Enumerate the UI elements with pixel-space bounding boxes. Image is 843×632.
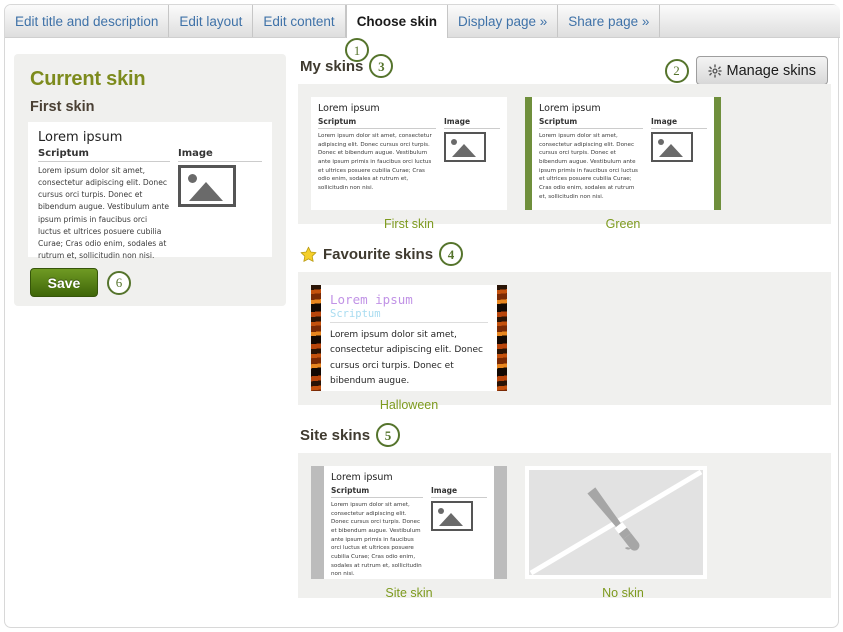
callout-badge-4-label: 4 [447,246,455,262]
skin-thumbnail: Lorem ipsum Scriptum Lorem ipsum dolor s… [311,97,507,210]
image-placeholder-icon [651,132,693,162]
callout-badge-5-label: 5 [384,427,392,443]
skin-card-halloween[interactable]: Lorem ipsum Scriptum Lorem ipsum dolor s… [311,285,507,412]
paintbrush-icon [529,470,703,575]
site-skins-heading: Site skins [300,426,371,444]
skin-card-green[interactable]: Lorem ipsum Scriptum Lorem ipsum dolor s… [525,97,721,231]
site-skins-body: Lorem ipsum Scriptum Lorem ipsum dolor s… [298,453,831,600]
callout-badge-4: 4 [439,242,464,266]
preview-col-left-heading: Scriptum [38,148,170,162]
current-skin-panel: Current skin First skin Lorem ipsum Scri… [14,54,286,306]
skin-card-no-skin[interactable]: No skin [525,466,721,600]
page-frame: Edit title and description Edit layout E… [4,4,840,628]
save-row: Save 6 [30,268,272,297]
my-skins-body: Lorem ipsum Scriptum Lorem ipsum dolor s… [298,84,831,231]
my-skins-heading: My skins [300,57,364,75]
preview-title: Lorem ipsum [539,103,601,114]
halloween-right-image-strip [497,285,507,391]
skin-caption: Site skin [385,586,433,600]
tab-bar-filler [660,5,840,37]
preview-body: Lorem ipsum dolor sit amet, consectetur … [38,166,170,260]
skin-thumbnail: Lorem ipsum Scriptum Lorem ipsum dolor s… [525,97,721,210]
preview-subtitle: Scriptum [330,308,488,323]
preview-col-right-heading: Image [651,117,707,129]
favourite-skins-heading-row: Favourite skins 4 [300,242,831,266]
preview-col-right-heading: Image [178,148,262,162]
star-icon [300,246,317,262]
skin-thumbnail: Lorem ipsum Scriptum Lorem ipsum dolor s… [311,466,507,579]
save-button-label: Save [47,274,81,291]
tab-bar: Edit title and description Edit layout E… [5,5,840,38]
skin-caption: Green [605,217,641,231]
preview-body: Lorem ipsum dolor sit amet, consectetur … [539,133,638,200]
skin-card-first-skin[interactable]: Lorem ipsum Scriptum Lorem ipsum dolor s… [311,97,507,231]
callout-badge-5: 5 [376,423,401,447]
preview-title: Lorem ipsum [38,130,123,145]
skin-card-site-skin[interactable]: Lorem ipsum Scriptum Lorem ipsum dolor s… [311,466,507,600]
tab-display-page[interactable]: Display page » [448,5,559,37]
tab-edit-title-and-description[interactable]: Edit title and description [5,5,170,37]
preview-col-right-heading: Image [444,117,500,129]
image-placeholder-icon [444,132,486,162]
favourite-skins-body: Lorem ipsum Scriptum Lorem ipsum dolor s… [298,272,831,412]
image-placeholder-icon [431,501,473,531]
save-button[interactable]: Save [30,268,98,297]
current-skin-name: First skin [30,99,95,115]
tab-label: Edit content [263,13,335,29]
skin-thumbnail: Lorem ipsum Scriptum Lorem ipsum dolor s… [311,285,507,391]
tab-label: Display page » [457,13,548,29]
preview-body: Lorem ipsum dolor sit amet, consectetur … [331,502,422,578]
callout-badge-6: 6 [107,270,131,295]
tab-label: Share page » [568,13,650,29]
callout-badge-3-label: 3 [378,58,385,74]
tab-label: Choose skin [356,13,437,29]
tab-share-page[interactable]: Share page » [558,5,661,37]
tab-label: Edit title and description [15,13,159,29]
preview-title: Lorem ipsum [330,292,413,307]
tab-edit-layout[interactable]: Edit layout [169,5,254,37]
preview-col-left-heading: Scriptum [318,117,436,129]
callout-badge-3: 3 [369,54,394,78]
preview-body: Lorem ipsum dolor sit amet, consectetur … [330,330,483,387]
preview-col-right-heading: Image [431,486,487,498]
skin-caption: Halloween [379,398,439,412]
image-placeholder-icon [178,165,236,207]
skin-caption: No skin [602,586,644,600]
favourite-skins-heading: Favourite skins [323,245,434,263]
skin-caption: First skin [384,217,434,231]
my-skins-heading-row: My skins 3 [300,54,831,78]
skins-column: My skins 3 Lorem ipsum Scriptum Lorem ip… [298,54,831,600]
current-skin-thumbnail: Lorem ipsum Scriptum Lorem ipsum dolor s… [28,122,272,260]
callout-badge-6-label: 6 [115,275,123,290]
preview-col-left-heading: Scriptum [331,486,423,498]
halloween-left-image-strip [311,285,321,391]
site-skins-heading-row: Site skins 5 [300,423,831,447]
preview-body: Lorem ipsum dolor sit amet, consectetur … [318,133,432,191]
current-skin-heading: Current skin [30,68,146,90]
preview-title: Lorem ipsum [318,103,380,114]
tab-label: Edit layout [179,13,243,29]
preview-col-left-heading: Scriptum [539,117,643,129]
preview-title: Lorem ipsum [331,472,393,483]
skin-thumbnail [525,466,707,579]
tab-choose-skin[interactable]: Choose skin [345,5,448,38]
tab-edit-content[interactable]: Edit content [253,5,346,37]
